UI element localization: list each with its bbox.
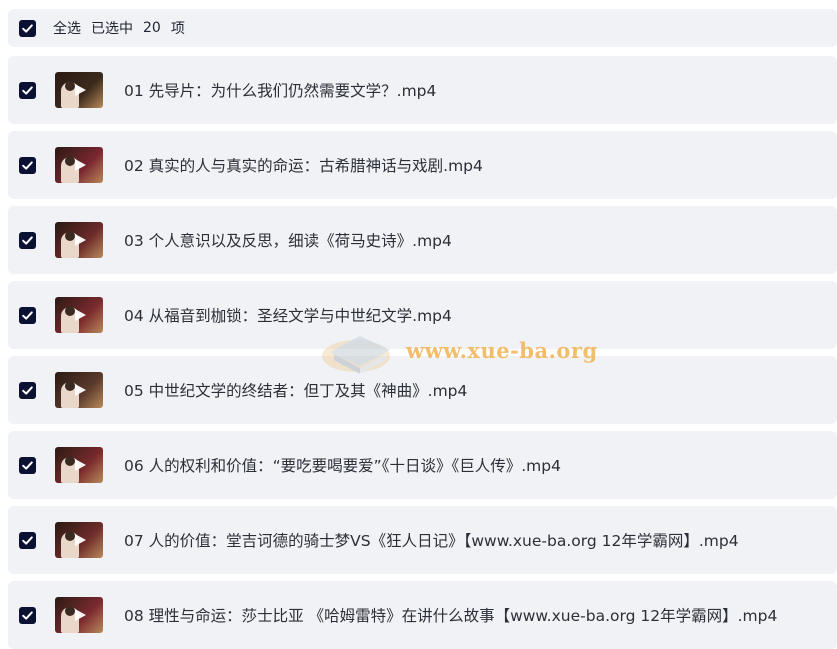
row-checkbox[interactable] — [19, 381, 36, 399]
selection-summary: 全选 已选中 20 项 — [53, 18, 195, 38]
selected-prefix: 已选中 — [91, 21, 133, 37]
checkmark-icon — [22, 85, 33, 95]
checkmark-icon — [22, 385, 33, 395]
checkmark-icon — [22, 310, 33, 320]
selected-count: 20 — [143, 20, 161, 36]
play-icon — [75, 234, 86, 246]
file-row[interactable]: 06 人的权利和价值：“要吃要喝要爱”《十日谈》《巨人传》.mp4 — [8, 431, 837, 499]
row-checkbox[interactable] — [19, 81, 36, 99]
file-row[interactable]: 05 中世纪文学的终结者：但丁及其《神曲》.mp4 — [8, 356, 837, 424]
checkmark-icon — [22, 235, 33, 245]
video-thumbnail[interactable] — [55, 447, 103, 483]
file-name[interactable]: 08 理性与命运：莎士比亚 《哈姆雷特》在讲什么故事【www.xue-ba.or… — [124, 604, 777, 626]
file-row[interactable]: 08 理性与命运：莎士比亚 《哈姆雷特》在讲什么故事【www.xue-ba.or… — [8, 581, 837, 649]
checkmark-icon — [22, 535, 33, 545]
row-checkbox[interactable] — [19, 231, 36, 249]
file-name[interactable]: 04 从福音到枷锁：圣经文学与中世纪文学.mp4 — [124, 304, 452, 326]
file-name[interactable]: 07 人的价值：堂吉诃德的骑士梦VS《狂人日记》【www.xue-ba.org … — [124, 529, 739, 551]
checkmark-icon — [22, 460, 33, 470]
file-row[interactable]: 02 真实的人与真实的命运：古希腊神话与戏剧.mp4 — [8, 131, 837, 199]
select-all-label[interactable]: 全选 — [53, 18, 81, 38]
file-row[interactable]: 07 人的价值：堂吉诃德的骑士梦VS《狂人日记》【www.xue-ba.org … — [8, 506, 837, 574]
play-icon — [75, 84, 86, 96]
select-all-bar: 全选 已选中 20 项 — [8, 9, 837, 47]
play-icon — [75, 609, 86, 621]
file-row[interactable]: 01 先导片：为什么我们仍然需要文学？.mp4 — [8, 56, 837, 124]
row-checkbox[interactable] — [19, 456, 36, 474]
file-name[interactable]: 03 个人意识以及反思，细读《荷马史诗》.mp4 — [124, 229, 452, 251]
play-icon — [75, 309, 86, 321]
row-checkbox[interactable] — [19, 156, 36, 174]
row-checkbox[interactable] — [19, 306, 36, 324]
file-name[interactable]: 06 人的权利和价值：“要吃要喝要爱”《十日谈》《巨人传》.mp4 — [124, 454, 561, 476]
play-icon — [75, 459, 86, 471]
file-name[interactable]: 05 中世纪文学的终结者：但丁及其《神曲》.mp4 — [124, 379, 467, 401]
checkmark-icon — [22, 23, 33, 33]
video-thumbnail[interactable] — [55, 72, 103, 108]
selected-suffix: 项 — [170, 21, 185, 37]
file-name[interactable]: 01 先导片：为什么我们仍然需要文学？.mp4 — [124, 79, 436, 101]
play-icon — [75, 159, 86, 171]
video-thumbnail[interactable] — [55, 372, 103, 408]
checkmark-icon — [22, 160, 33, 170]
row-checkbox[interactable] — [19, 531, 36, 549]
video-thumbnail[interactable] — [55, 522, 103, 558]
video-thumbnail[interactable] — [55, 597, 103, 633]
checkmark-icon — [22, 610, 33, 620]
select-all-checkbox[interactable] — [19, 19, 36, 37]
video-thumbnail[interactable] — [55, 222, 103, 258]
file-row[interactable]: 04 从福音到枷锁：圣经文学与中世纪文学.mp4 — [8, 281, 837, 349]
row-checkbox[interactable] — [19, 606, 36, 624]
play-icon — [75, 534, 86, 546]
play-icon — [75, 384, 86, 396]
video-thumbnail[interactable] — [55, 147, 103, 183]
file-row[interactable]: 03 个人意识以及反思，细读《荷马史诗》.mp4 — [8, 206, 837, 274]
file-name[interactable]: 02 真实的人与真实的命运：古希腊神话与戏剧.mp4 — [124, 154, 483, 176]
video-thumbnail[interactable] — [55, 297, 103, 333]
